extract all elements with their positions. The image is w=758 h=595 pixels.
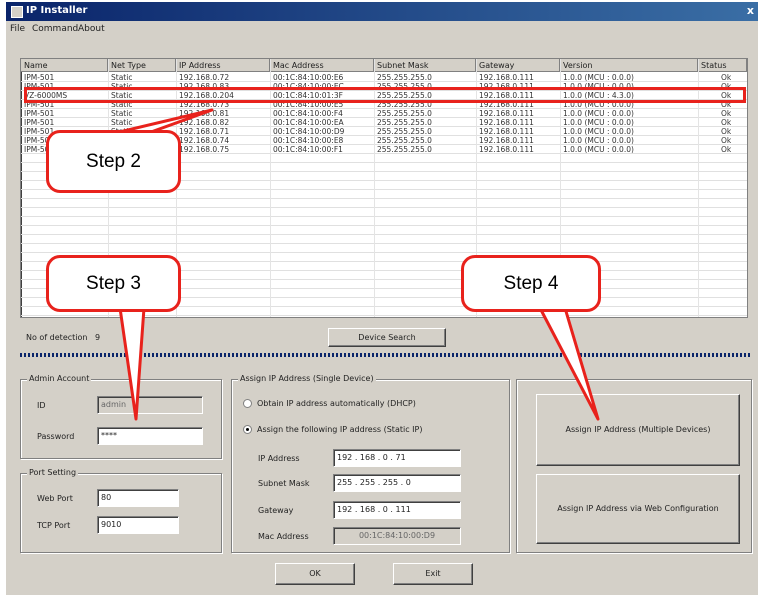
step3-callout: Step 3 — [46, 255, 181, 312]
step2-callout: Step 2 — [46, 130, 181, 193]
step4-callout: Step 4 — [461, 255, 601, 312]
step3-pointer — [118, 306, 146, 421]
step4-pointer — [538, 306, 600, 421]
